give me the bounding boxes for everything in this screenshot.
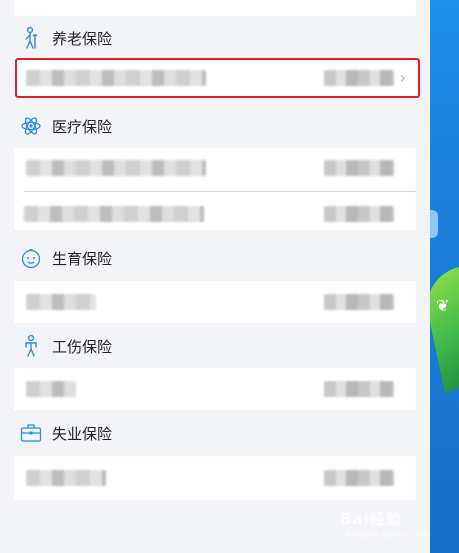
insurance-panel: 养老保险 › 医疗保险 生育保险 工伤保险 失业保险	[0, 0, 430, 553]
watermark-url: jingyan.baidu.com	[346, 530, 430, 540]
elderly-person-icon	[20, 27, 42, 49]
desktop-tab	[430, 210, 438, 238]
list-item[interactable]	[14, 281, 416, 321]
list-item[interactable]	[14, 456, 416, 496]
redacted-text	[26, 470, 106, 486]
section-title: 失业保险	[52, 424, 113, 443]
section-header-maternity: 生育保险	[0, 238, 430, 278]
list-item[interactable]: ›	[14, 58, 416, 98]
redacted-text	[26, 70, 206, 86]
section-header-medical: 医疗保险	[0, 106, 430, 146]
section-title: 医疗保险	[52, 117, 113, 136]
section-title: 工伤保险	[52, 337, 113, 356]
desktop-background: ❦	[430, 0, 459, 553]
watermark-brand: Bai经验	[340, 510, 402, 528]
redacted-value	[324, 206, 394, 222]
list-item[interactable]	[14, 192, 416, 232]
atom-icon	[20, 115, 42, 137]
section-header-pension: 养老保险	[0, 18, 430, 58]
briefcase-icon	[20, 422, 42, 444]
list-item[interactable]	[14, 148, 416, 188]
section-header-unemployment: 失业保险	[0, 413, 430, 453]
injured-person-icon	[20, 335, 42, 357]
top-card-edge	[14, 0, 416, 16]
medical-card	[14, 148, 416, 230]
redacted-text	[26, 381, 76, 397]
pension-card: ›	[14, 58, 416, 98]
redacted-value	[324, 381, 394, 397]
section-header-work-injury: 工伤保险	[0, 326, 430, 366]
redacted-text	[24, 206, 204, 222]
baby-face-icon	[20, 247, 42, 269]
redacted-value	[324, 294, 394, 310]
section-title: 养老保险	[52, 29, 113, 48]
redacted-text	[26, 294, 96, 310]
redacted-value	[324, 470, 394, 486]
list-item[interactable]	[14, 368, 416, 408]
maternity-card	[14, 281, 416, 323]
work-injury-card	[14, 368, 416, 410]
butterfly-icon: ❦	[436, 296, 450, 315]
section-title: 生育保险	[52, 249, 113, 268]
leaf-graphic	[430, 267, 459, 393]
chevron-right-icon: ›	[399, 68, 406, 87]
redacted-text	[26, 160, 206, 176]
redacted-value	[324, 70, 394, 86]
unemployment-card	[14, 456, 416, 500]
redacted-value	[324, 160, 394, 176]
